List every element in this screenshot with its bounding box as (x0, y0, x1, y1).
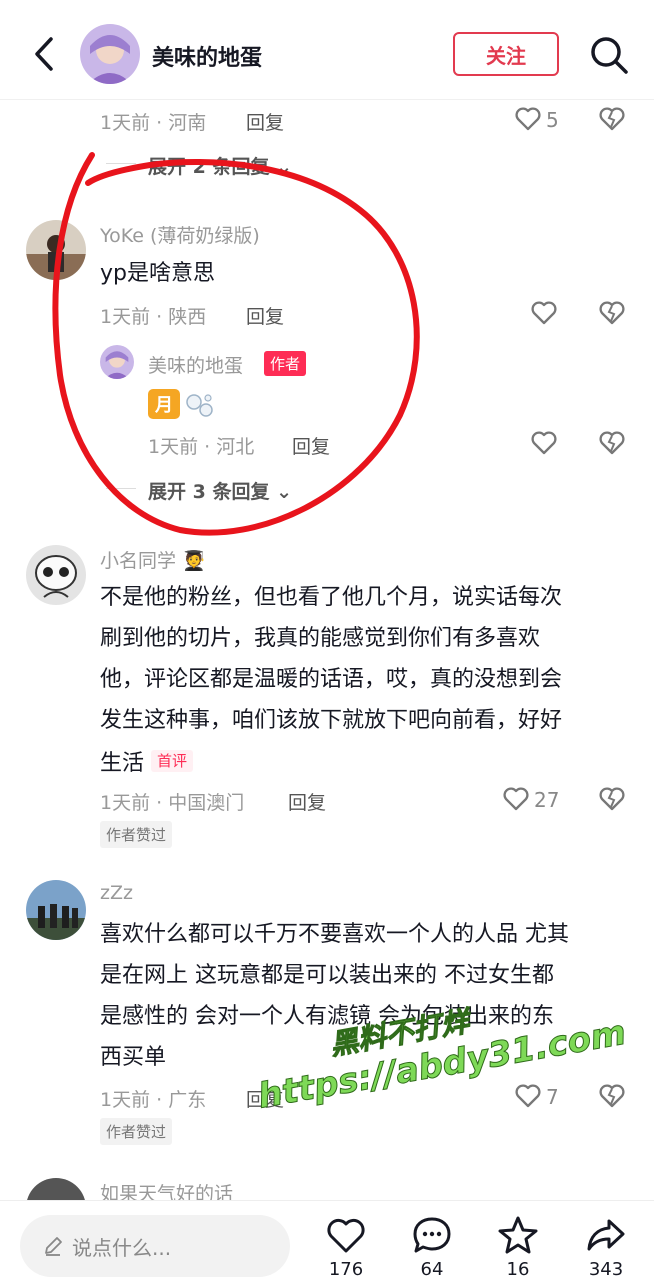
comments-button[interactable]: 64 (402, 1211, 462, 1280)
like-count: 5 (546, 108, 559, 132)
heart-icon (327, 1218, 365, 1253)
author-name[interactable]: 美味的地蛋 (152, 40, 262, 72)
comment-meta: 1天前 · 河南 (100, 112, 207, 134)
comment-line: 他，评论区都是温暖的话语，哎，真的没想到会 (100, 667, 563, 692)
heart-icon (515, 107, 541, 131)
broken-heart-icon (599, 107, 625, 131)
comment-line-last: 生活 首评 (100, 741, 630, 784)
avatar[interactable] (26, 880, 86, 940)
top-header: 美味的地蛋 关注 (0, 0, 654, 100)
favorite-button[interactable]: 16 (488, 1211, 548, 1280)
reply-button[interactable]: 回复 (246, 108, 284, 135)
comment-input-placeholder: 说点什么... (72, 1235, 172, 1260)
follow-button[interactable]: 关注 (453, 32, 559, 76)
dislike-button[interactable] (598, 1082, 626, 1110)
commenter-name[interactable]: zZz (100, 882, 133, 904)
like-button[interactable] (502, 785, 530, 813)
first-comment-badge: 首评 (151, 750, 194, 772)
broken-heart-icon (599, 1084, 625, 1108)
dislike-button[interactable] (598, 299, 626, 327)
comment-meta: 1天前 · 中国澳门 (100, 792, 245, 814)
comment-bubble-icon (413, 1217, 451, 1253)
comment-line: 生活 (100, 751, 145, 776)
heart-icon (515, 1084, 541, 1108)
author-liked-badge: 作者赞过 (100, 1118, 173, 1145)
annotation-circle (52, 152, 420, 536)
author-avatar[interactable] (80, 24, 140, 84)
comment-count: 64 (420, 1259, 444, 1280)
like-video-button[interactable]: 176 (316, 1211, 376, 1280)
comment-line: 不是他的粉丝，但也看了他几个月，说实话每次 (100, 585, 563, 610)
comment-line: 发生这种事，咱们该放下就放下吧向前看，好好 (100, 708, 563, 733)
search-button[interactable] (588, 34, 630, 76)
like-count: 7 (546, 1085, 559, 1109)
like-button[interactable] (514, 1082, 542, 1110)
comment-text: 不是他的粉丝，但也看了他几个月，说实话每次 刷到他的切片，我真的能感觉到你们有多… (100, 577, 630, 784)
like-count: 27 (534, 788, 560, 812)
like-button[interactable] (514, 105, 542, 133)
star-icon (498, 1216, 538, 1254)
reply-button[interactable]: 回复 (288, 788, 326, 815)
favorite-count: 16 (506, 1259, 530, 1280)
share-count: 343 (588, 1259, 624, 1280)
comment-meta: 1天前 · 广东 (100, 1089, 207, 1111)
broken-heart-icon (599, 301, 625, 325)
like-button[interactable] (530, 429, 558, 457)
heart-icon (531, 431, 557, 455)
comment-line: 喜欢什么都可以千万不要喜欢一个人的人品 尤其 (100, 922, 569, 947)
dislike-button[interactable] (598, 785, 626, 813)
comment-line: 刷到他的切片，我真的能感觉到你们有多喜欢 (100, 626, 541, 651)
heart-icon (503, 787, 529, 811)
broken-heart-icon (599, 787, 625, 811)
back-button[interactable] (26, 34, 62, 74)
like-count: 176 (328, 1259, 364, 1280)
share-button[interactable]: 343 (576, 1211, 636, 1280)
like-button[interactable] (530, 299, 558, 327)
dislike-button[interactable] (598, 429, 626, 457)
pencil-icon (45, 1237, 62, 1256)
share-arrow-icon (587, 1219, 625, 1251)
avatar[interactable] (26, 545, 86, 605)
dislike-button[interactable] (598, 105, 626, 133)
chevron-left-icon (35, 37, 53, 71)
comment-input[interactable]: 说点什么... (20, 1215, 290, 1277)
broken-heart-icon (599, 431, 625, 455)
commenter-name[interactable]: 小名同学 🧑‍🎓 (100, 546, 206, 573)
author-liked-badge: 作者赞过 (100, 821, 173, 848)
search-icon (591, 37, 628, 74)
heart-icon (531, 301, 557, 325)
bottom-action-bar: 说点什么... 176 64 16 343 (0, 1200, 654, 1280)
